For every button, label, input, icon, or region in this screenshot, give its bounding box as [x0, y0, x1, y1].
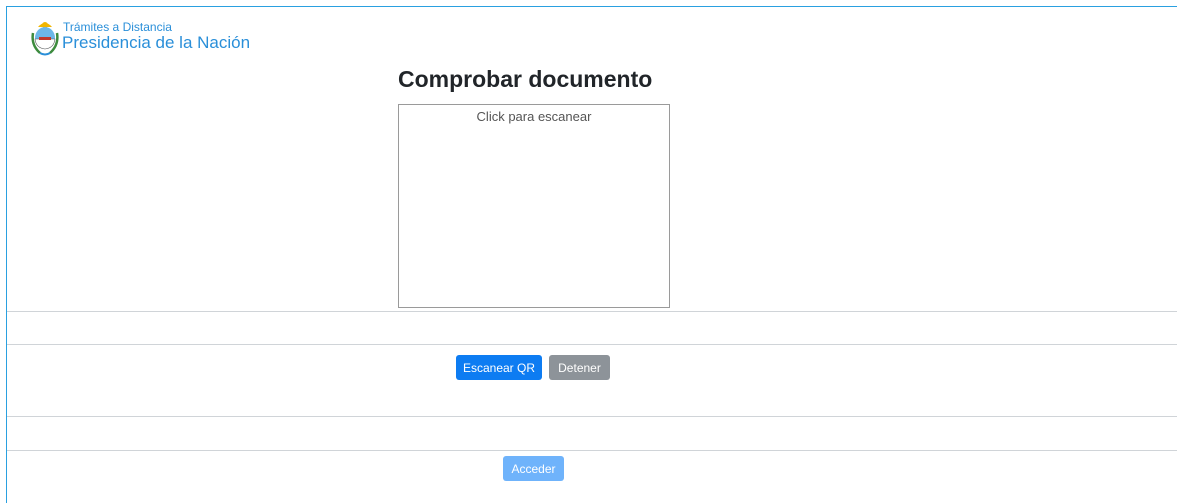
page-title: Comprobar documento — [398, 66, 653, 92]
divider — [7, 311, 1177, 312]
divider — [7, 344, 1177, 345]
argentina-coat-of-arms-icon — [31, 22, 59, 56]
access-button[interactable]: Acceder — [503, 456, 564, 481]
site-logo[interactable]: Trámites a Distancia Presidencia de la N… — [30, 13, 270, 59]
qr-scanner-area[interactable]: Click para escanear — [398, 104, 670, 308]
logo-title: Presidencia de la Nación — [62, 33, 251, 52]
scan-qr-button[interactable]: Escanear QR — [456, 355, 542, 380]
logo-subtitle: Trámites a Distancia — [63, 20, 172, 34]
divider — [7, 416, 1177, 417]
scanner-placeholder: Click para escanear — [476, 109, 592, 124]
stop-button[interactable]: Detener — [549, 355, 610, 380]
divider — [7, 450, 1177, 451]
